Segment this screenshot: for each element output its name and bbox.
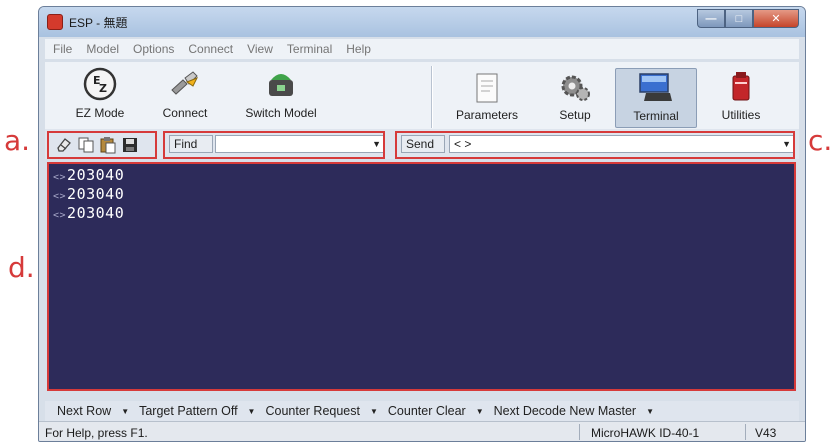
ez-mode-icon: E Z: [83, 67, 117, 101]
menu-view[interactable]: View: [247, 42, 273, 56]
status-separator: [745, 424, 746, 440]
highlight-box-d: [47, 162, 796, 391]
terminal-button[interactable]: Terminal: [615, 68, 697, 128]
menu-terminal[interactable]: Terminal: [287, 42, 332, 56]
menu-file[interactable]: File: [53, 42, 72, 56]
callout-c: c.: [808, 124, 833, 157]
command-label: Next Row: [57, 404, 112, 418]
close-button[interactable]: ✕: [753, 9, 799, 28]
window-controls: — □ ✕: [697, 9, 799, 29]
parameters-icon: [476, 73, 498, 103]
menu-connect[interactable]: Connect: [188, 42, 233, 56]
command-label: Target Pattern Off: [139, 404, 238, 418]
dropdown-arrow-icon: ▼: [369, 406, 378, 416]
status-bar: For Help, press F1. MicroHAWK ID-40-1 V4…: [39, 421, 805, 441]
counter-clear-command[interactable]: Counter Clear ▼: [388, 404, 484, 418]
utilities-label: Utilities: [721, 108, 761, 122]
command-bar: Next Row ▼ Target Pattern Off ▼ Counter Re…: [45, 401, 799, 421]
connect-icon: [171, 71, 199, 95]
connect-label: Connect: [162, 106, 208, 120]
parameters-button[interactable]: Parameters: [445, 72, 529, 122]
dropdown-arrow-icon: ▼: [646, 406, 654, 416]
setup-button[interactable]: Setup: [545, 70, 605, 122]
menu-bar: File Model Options Connect View Terminal…: [45, 39, 799, 59]
title-bar[interactable]: ESP - 無題 — □ ✕: [39, 7, 805, 37]
ez-mode-button[interactable]: E Z EZ Mode: [65, 66, 135, 120]
ez-mode-label: EZ Mode: [75, 106, 125, 120]
callout-a: a.: [4, 124, 31, 157]
version-status: V43: [755, 426, 777, 440]
window-title: ESP - 無題: [69, 16, 128, 30]
device-status: MicroHAWK ID-40-1: [591, 426, 700, 440]
maximize-button[interactable]: □: [725, 9, 753, 28]
dropdown-arrow-icon: ▼: [247, 406, 256, 416]
setup-label: Setup: [559, 108, 591, 122]
dropdown-arrow-icon: ▼: [121, 406, 130, 416]
toolbar-separator: [431, 66, 433, 128]
menu-model[interactable]: Model: [86, 42, 119, 56]
switch-model-button[interactable]: Switch Model: [233, 66, 329, 120]
highlight-box-a: [47, 131, 157, 159]
setup-icon: [561, 75, 590, 101]
parameters-label: Parameters: [455, 108, 519, 122]
app-window: ESP - 無題 — □ ✕ File Model Options Connec…: [38, 6, 806, 442]
command-label: Counter Clear: [387, 404, 466, 418]
help-status: For Help, press F1.: [45, 426, 148, 440]
command-label: Counter Request: [265, 404, 360, 418]
menu-help[interactable]: Help: [346, 42, 371, 56]
command-label: Next Decode New Master: [493, 404, 637, 418]
utilities-button[interactable]: Utilities: [709, 70, 773, 122]
callout-d: d.: [8, 251, 35, 284]
connect-button[interactable]: Connect: [155, 66, 215, 120]
minimize-button[interactable]: —: [697, 9, 725, 28]
highlight-box-c: [395, 131, 795, 159]
terminal-icon: [639, 73, 672, 101]
next-decode-new-master-command[interactable]: Next Decode New Master ▼: [494, 404, 654, 418]
switch-model-icon: [269, 74, 293, 96]
terminal-label: Terminal: [633, 109, 679, 123]
counter-request-command[interactable]: Counter Request ▼: [265, 404, 377, 418]
status-separator: [579, 424, 580, 440]
next-row-command[interactable]: Next Row ▼: [57, 404, 129, 418]
menu-options[interactable]: Options: [133, 42, 174, 56]
target-pattern-off-command[interactable]: Target Pattern Off ▼: [139, 404, 255, 418]
highlight-box-b: [163, 131, 385, 159]
utilities-icon: [732, 72, 750, 101]
main-toolbar: E Z EZ Mode Connect Switch Model Paramet…: [45, 62, 799, 132]
dropdown-arrow-icon: ▼: [475, 406, 484, 416]
app-icon: [47, 14, 63, 30]
svg-text:Z: Z: [99, 82, 107, 95]
switch-model-label: Switch Model: [245, 106, 317, 120]
